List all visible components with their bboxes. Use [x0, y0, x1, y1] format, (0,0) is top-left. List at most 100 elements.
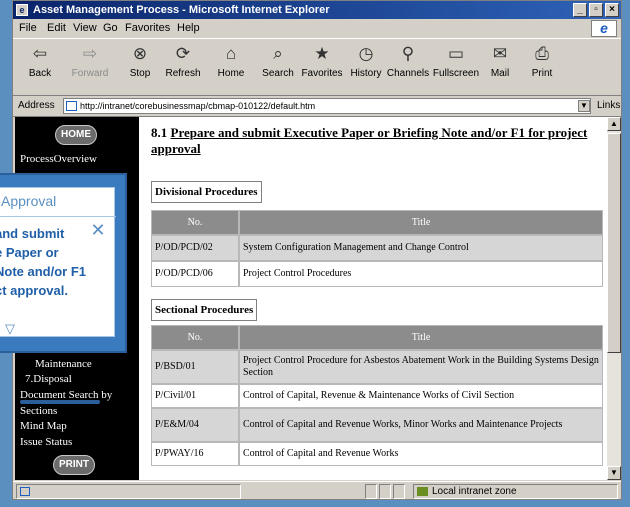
home-nav-button[interactable]: HOME — [55, 125, 97, 145]
security-zone-panel: Local intranet zone — [413, 484, 618, 499]
table-row[interactable]: P/E&M/04 Control of Capital and Revenue … — [151, 408, 603, 442]
close-button[interactable]: × — [605, 3, 619, 17]
status-segment — [393, 484, 405, 499]
procedure-number: P/OD/PCD/02 — [151, 235, 239, 261]
page-title: 8.1 Prepare and submit Executive Paper o… — [151, 125, 588, 156]
callout-connector — [20, 400, 100, 404]
sectional-procedures-label: Sectional Procedures — [151, 299, 258, 321]
address-url: http://intranet/corebusinessmap/cbmap-01… — [80, 101, 316, 111]
vertical-scrollbar[interactable]: ▲ ▼ — [607, 117, 621, 480]
search-button[interactable]: ⌕ Search — [253, 43, 303, 79]
title-bar: e Asset Management Process - Microsoft I… — [13, 1, 621, 19]
back-button[interactable]: ⇦ Back — [15, 43, 65, 79]
channels-icon: ⚲ — [401, 44, 415, 63]
table-header: No. Title — [151, 325, 603, 350]
divisional-procedures-label: Divisional Procedures — [151, 181, 262, 203]
scroll-up-icon[interactable]: ▲ — [607, 117, 621, 131]
menu-view[interactable]: View — [73, 22, 97, 34]
refresh-button[interactable]: ⟳ Refresh — [158, 43, 208, 79]
status-segment — [365, 484, 377, 499]
menu-file[interactable]: File — [19, 22, 37, 34]
menu-edit[interactable]: Edit — [47, 22, 66, 34]
intranet-zone-icon — [417, 487, 428, 496]
favorites-button[interactable]: ★ Favorites — [297, 43, 347, 79]
scroll-down-icon[interactable]: ▼ — [607, 466, 621, 480]
procedure-title: Project Control Procedure for Asbestos A… — [239, 350, 603, 384]
page-icon — [66, 101, 77, 111]
print-icon: ⎙ — [535, 44, 549, 63]
links-button[interactable]: Links — [597, 100, 620, 111]
status-bar: Local intranet zone — [13, 481, 621, 501]
procedure-number: P/OD/PCD/06 — [151, 261, 239, 287]
column-header-title: Title — [239, 210, 603, 235]
fullscreen-button[interactable]: ▭ Fullscreen — [431, 43, 481, 79]
stop-icon: ⊗ — [132, 44, 148, 63]
sidebar-item-maintenance[interactable]: Maintenance — [35, 358, 92, 370]
table-row[interactable]: P/OD/PCD/06 Project Control Procedures — [151, 261, 603, 287]
tooltip-body: and submit e Paper or Note and/or F1 ct … — [0, 226, 87, 298]
procedure-title: Control of Capital and Revenue Works, Mi… — [239, 408, 603, 442]
toolbar: ⇦ Back ⇨ Forward ⊗ Stop ⟳ Refresh ⌂ Home ⌕ Sea… — [13, 39, 621, 96]
home-button[interactable]: ⌂ Home — [206, 43, 256, 79]
column-header-title: Title — [239, 325, 603, 350]
sidebar-item-disposal[interactable]: 7.Disposal — [25, 373, 72, 385]
column-header-no: No. — [151, 325, 239, 350]
procedure-number: P/BSD/01 — [151, 350, 239, 384]
favorites-icon: ★ — [314, 44, 330, 63]
menu-go[interactable]: Go — [103, 22, 118, 34]
tooltip-divider — [0, 216, 116, 217]
refresh-icon: ⟳ — [175, 44, 191, 63]
procedure-title: Control of Capital, Revenue & Maintenanc… — [239, 384, 603, 408]
print-nav-button[interactable]: PRINT — [53, 455, 95, 475]
column-header-no: No. — [151, 210, 239, 235]
home-icon: ⌂ — [225, 44, 237, 63]
pointer-arrow-icon: ▽ — [5, 321, 15, 336]
table-header: No. Title — [151, 210, 603, 235]
table-row[interactable]: P/OD/PCD/02 System Configuration Managem… — [151, 235, 603, 261]
table-row[interactable]: P/BSD/01 Project Control Procedure for A… — [151, 350, 603, 384]
ie-window-icon: e — [16, 4, 28, 16]
status-page-panel — [16, 484, 241, 499]
sidebar-item-process-overview[interactable]: ProcessOverview — [20, 153, 97, 165]
main-panel: 8.1 Prepare and submit Executive Paper o… — [145, 117, 607, 480]
tooltip-title: Approval — [1, 193, 57, 209]
menu-bar: File Edit View Go Favorites Help — [13, 19, 621, 39]
print-button[interactable]: ⎙ Print — [517, 43, 567, 79]
procedure-title: System Configuration Management and Chan… — [239, 235, 603, 261]
procedure-title: Control of Capital and Revenue Works — [239, 442, 603, 466]
table-row[interactable]: P/PWAY/16 Control of Capital and Revenue… — [151, 442, 603, 466]
procedure-number: P/PWAY/16 — [151, 442, 239, 466]
forward-button[interactable]: ⇨ Forward — [65, 43, 115, 79]
forward-arrow-icon: ⇨ — [82, 44, 98, 63]
ie-logo-icon: e — [591, 20, 617, 37]
page-done-icon — [20, 487, 30, 496]
fullscreen-icon: ▭ — [447, 44, 465, 63]
page-title-link[interactable]: Prepare and submit Executive Paper or Br… — [151, 125, 587, 156]
maximize-button[interactable]: ▫ — [589, 3, 603, 17]
history-icon: ◷ — [358, 44, 374, 63]
back-arrow-icon: ⇦ — [32, 44, 48, 63]
menu-help[interactable]: Help — [177, 22, 200, 34]
security-zone-label: Local intranet zone — [432, 486, 517, 497]
sectional-procedures-table: No. Title P/BSD/01 Project Control Proce… — [151, 325, 603, 466]
procedure-number: P/E&M/04 — [151, 408, 239, 442]
address-dropdown-icon[interactable]: ▼ — [578, 100, 590, 112]
mail-icon: ✉ — [492, 44, 508, 63]
address-bar: Address http://intranet/corebusinessmap/… — [13, 96, 621, 117]
address-input[interactable]: http://intranet/corebusinessmap/cbmap-01… — [63, 98, 591, 114]
status-segment — [379, 484, 391, 499]
minimize-button[interactable]: _ — [573, 3, 587, 17]
menu-favorites[interactable]: Favorites — [125, 22, 170, 34]
approval-tooltip: Approval ✕ and submit e Paper or Note an… — [0, 173, 127, 353]
procedure-number: P/Civil/01 — [151, 384, 239, 408]
search-icon: ⌕ — [273, 44, 283, 63]
scroll-thumb[interactable] — [607, 133, 621, 353]
channels-button[interactable]: ⚲ Channels — [383, 43, 433, 79]
sidebar-item-mind-map[interactable]: Mind Map — [20, 420, 67, 432]
table-row[interactable]: P/Civil/01 Control of Capital, Revenue &… — [151, 384, 603, 408]
window-title: Asset Management Process - Microsoft Int… — [33, 4, 330, 16]
address-label: Address — [18, 100, 55, 111]
sidebar-item-sections[interactable]: Sections — [20, 405, 57, 417]
tooltip-panel: Approval ✕ and submit e Paper or Note an… — [0, 187, 116, 337]
sidebar-item-issue-status[interactable]: Issue Status — [20, 436, 72, 448]
